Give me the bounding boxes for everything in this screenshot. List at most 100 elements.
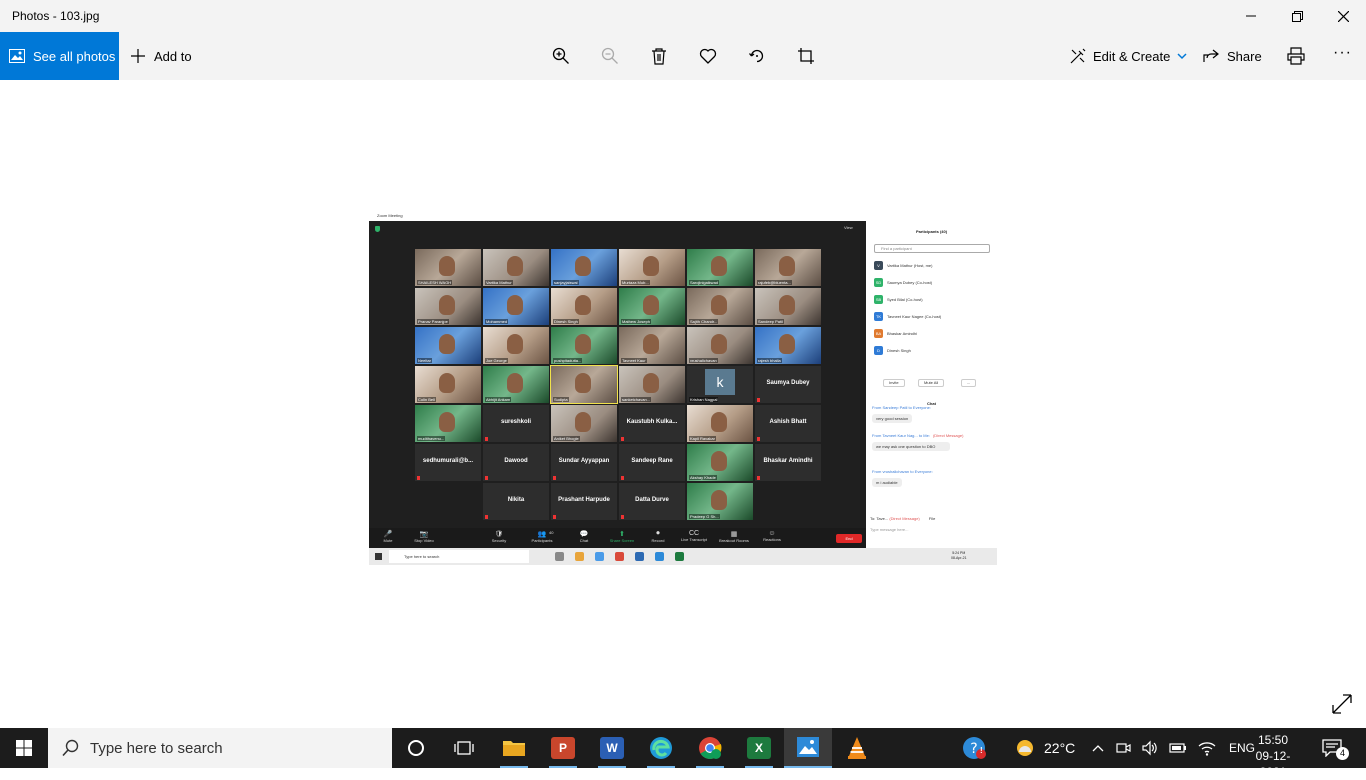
participant-tile[interactable]: Neeltar [415, 327, 481, 364]
participant-tile[interactable]: Bhaskar Amindhi [755, 444, 821, 481]
participant-tile[interactable]: Pranav Paranjpe [415, 288, 481, 325]
participant-tile[interactable]: sureshkoli [483, 405, 549, 442]
zoom-control-reactions[interactable]: ☺ Reactions [757, 530, 787, 542]
mute-all-button[interactable]: Mute All [918, 379, 945, 387]
participant-tile[interactable]: sanjayjaiswal [551, 249, 617, 286]
weather-widget[interactable]: 22°C [1014, 728, 1075, 768]
find-participant-input[interactable]: Find a participant [874, 244, 990, 253]
participant-list-item[interactable]: SB Syed Bilal (Co-host) [874, 293, 990, 305]
end-meeting-button[interactable]: End [836, 534, 862, 543]
zoom-control-live-transcript[interactable]: CC Live Transcript [679, 530, 709, 542]
zoom-control-record[interactable]: ⏺ Record [643, 530, 673, 543]
participant-tile[interactable]: Joe George [483, 327, 549, 364]
participant-list-item[interactable]: V Vartika Mathur (Host, me) [874, 259, 990, 271]
participant-tile[interactable]: Datta Durve [619, 483, 685, 520]
favorite-button[interactable] [696, 44, 720, 68]
participants-more-button[interactable]: ... [961, 379, 977, 387]
zoom-control-chat[interactable]: 💬 Chat [569, 530, 599, 543]
powerpoint-button[interactable]: P [539, 728, 587, 768]
more-options-button[interactable]: ··· [1333, 44, 1352, 62]
chat-message-input[interactable]: Type message here... [870, 527, 908, 532]
participant-tile[interactable]: Saumya Dubey [755, 366, 821, 403]
minimize-button[interactable] [1228, 0, 1274, 32]
participant-tile[interactable]: Sarojinigaikwad [687, 249, 753, 286]
participant-tile[interactable]: Dawood [483, 444, 549, 481]
participant-tile[interactable]: Nikita [483, 483, 549, 520]
participant-tile[interactable]: Aniket Bhogle [551, 405, 617, 442]
share-button[interactable]: Share [1203, 32, 1262, 80]
taskbar-clock[interactable]: 15:50 09-12-2021 [1243, 732, 1303, 780]
participant-tile[interactable]: Pradeep G Sh... [687, 483, 753, 520]
participant-tile[interactable]: Sundar Ayyappan [551, 444, 617, 481]
participant-list-item[interactable]: TK Tavneet Kaur Nagee (Co-host) [874, 310, 990, 322]
battery-icon[interactable] [1169, 742, 1187, 754]
zoom-control-breakout-rooms[interactable]: ▦ Breakout Rooms [719, 530, 749, 543]
restore-button[interactable] [1274, 0, 1320, 32]
participant-tile[interactable]: SHAILESH WAGH [415, 249, 481, 286]
participant-tile[interactable]: Mohammed [483, 288, 549, 325]
zoom-control-share-screen[interactable]: ⬆ Share Screen [607, 530, 637, 543]
participant-tile[interactable]: pushpitadutta... [551, 327, 617, 364]
zoom-out-button[interactable] [598, 44, 622, 68]
taskbar-search-box[interactable]: Type here to search [48, 728, 392, 768]
participant-tile[interactable]: sanketchavan... [619, 366, 685, 403]
zoom-control-stop-video[interactable]: 📷 Stop Video [409, 530, 439, 543]
word-button[interactable]: W [588, 728, 636, 768]
participant-tile[interactable]: Tavneet Kaur [619, 327, 685, 364]
excel-button[interactable]: X [735, 728, 783, 768]
see-all-photos-button[interactable]: See all photos [0, 32, 119, 80]
participant-tile[interactable]: Colin Bell [415, 366, 481, 403]
start-button[interactable] [0, 728, 48, 768]
edge-button[interactable] [637, 728, 685, 768]
participant-tile[interactable]: Sajith Chandr... [687, 288, 753, 325]
print-button[interactable] [1284, 44, 1308, 68]
expand-button[interactable] [1330, 692, 1354, 716]
meet-now-icon[interactable] [1115, 740, 1131, 756]
participant-tile[interactable]: Sudipta [550, 365, 618, 404]
notifications-button[interactable]: 4 [1312, 728, 1352, 768]
delete-button[interactable] [647, 44, 671, 68]
task-view-button[interactable] [440, 728, 488, 768]
close-button[interactable] [1320, 0, 1366, 32]
crop-button[interactable] [794, 44, 818, 68]
zoom-control-security[interactable]: 🛡 Security [484, 530, 514, 543]
cortana-button[interactable] [392, 728, 440, 768]
zoom-in-button[interactable] [549, 44, 573, 68]
participant-tile[interactable]: rajesh bhalla [755, 327, 821, 364]
help-button[interactable]: ? ! [950, 728, 998, 768]
participant-list-item[interactable]: SD Saumya Dubey (Co-host) [874, 276, 990, 288]
chrome-button[interactable] [686, 728, 734, 768]
participant-tile[interactable]: Mathew Joseph [619, 288, 685, 325]
participant-list-item[interactable]: D Dinesh Singh [874, 344, 990, 356]
volume-icon[interactable] [1142, 740, 1158, 756]
participant-list-item[interactable]: BA Bhaskar Amindhi [874, 327, 990, 339]
participant-tile[interactable]: Prashant Harpude [551, 483, 617, 520]
participant-tile[interactable]: vrushalichavan [687, 327, 753, 364]
participant-tile[interactable]: Murtaza Mub... [619, 249, 685, 286]
participant-tile[interactable]: Vartika Mathur [483, 249, 549, 286]
photos-app-button[interactable] [784, 728, 832, 768]
file-explorer-button[interactable] [490, 728, 538, 768]
participant-tile[interactable]: Abhijit Ankam [483, 366, 549, 403]
participant-tile[interactable]: rajufeb@bluenta... [755, 249, 821, 286]
add-to-button[interactable]: Add to [130, 32, 192, 80]
participant-tile[interactable]: Sandeep Patil [755, 288, 821, 325]
chevron-up-icon[interactable] [1092, 744, 1104, 752]
participant-tile[interactable]: sedhumurali@b... [415, 444, 481, 481]
chat-file-button[interactable]: File [929, 516, 935, 521]
wifi-icon[interactable] [1198, 740, 1216, 756]
participant-tile[interactable]: Ashish Bhatt [755, 405, 821, 442]
invite-button[interactable]: Invite [883, 379, 905, 387]
participant-tile[interactable]: Akshay Khade [687, 444, 753, 481]
rotate-button[interactable] [745, 44, 769, 68]
participant-tile[interactable]: Sandeep Rane [619, 444, 685, 481]
chat-recipient[interactable]: To: Tave... (Direct Message) File [870, 516, 935, 521]
participant-tile[interactable]: mudithavenu... [415, 405, 481, 442]
participant-tile[interactable]: Kapil Ravakar [687, 405, 753, 442]
participant-tile[interactable]: Kaustubh Kulka... [619, 405, 685, 442]
edit-create-button[interactable]: Edit & Create [1070, 32, 1187, 80]
zoom-control-mute[interactable]: 🎤 Mute [373, 530, 403, 543]
participant-tile[interactable]: Dinesh Singh [551, 288, 617, 325]
vlc-button[interactable] [833, 728, 881, 768]
participant-tile[interactable]: k Krishan Nagpal [687, 366, 753, 403]
